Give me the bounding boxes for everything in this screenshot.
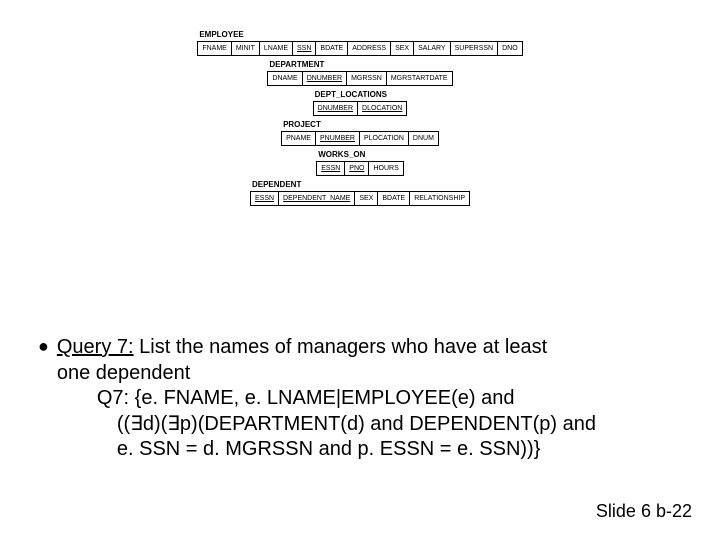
schema-label: EMPLOYEE bbox=[199, 30, 243, 39]
schema-employee: EMPLOYEE FNAMEMINITLNAMESSNBDATEADDRESSS… bbox=[197, 30, 522, 56]
schema-dept-locations: DEPT_LOCATIONS DNUMBERDLOCATION bbox=[313, 90, 408, 116]
schema-row: DNUMBERDLOCATION bbox=[313, 101, 408, 116]
schema-cell: ESSN bbox=[316, 161, 345, 176]
schema-label: DEPENDENT bbox=[252, 180, 301, 189]
schema-cell: DNO bbox=[497, 41, 523, 56]
schema-cell: LNAME bbox=[259, 41, 293, 56]
schema-works-on: WORKS_ON ESSNPNOHOURS bbox=[316, 150, 404, 176]
bullet-icon: ● bbox=[38, 335, 49, 358]
query-content: ● Query 7: List the names of managers wh… bbox=[38, 335, 690, 463]
schema-cell: SEX bbox=[390, 41, 414, 56]
schema-cell: DNUMBER bbox=[302, 71, 347, 86]
schema-label: PROJECT bbox=[283, 120, 321, 129]
schema-department: DEPARTMENT DNAMEDNUMBERMGRSSNMGRSTARTDAT… bbox=[267, 60, 452, 86]
schema-cell: ESSN bbox=[250, 191, 279, 206]
schema-cell: PLOCATION bbox=[359, 131, 409, 146]
schema-cell: DEPENDENT_NAME bbox=[278, 191, 355, 206]
schema-cell: DNAME bbox=[267, 71, 302, 86]
schema-cell: SUPERSSN bbox=[450, 41, 499, 56]
schema-cell: HOURS bbox=[368, 161, 403, 176]
schema-row: PNAMEPNUMBERPLOCATIONDNUM bbox=[281, 131, 439, 146]
schema-row: ESSNDEPENDENT_NAMESEXBDATERELATIONSHIP bbox=[250, 191, 470, 206]
schema-cell: FNAME bbox=[197, 41, 232, 56]
slide-number: Slide 6 b-22 bbox=[596, 501, 692, 522]
schema-cell: ADDRESS bbox=[347, 41, 391, 56]
schema-cell: SSN bbox=[292, 41, 316, 56]
schema-cell: SALARY bbox=[413, 41, 451, 56]
schema-row: ESSNPNOHOURS bbox=[316, 161, 404, 176]
schema-row: FNAMEMINITLNAMESSNBDATEADDRESSSEXSALARYS… bbox=[197, 41, 522, 56]
schema-cell: DLOCATION bbox=[357, 101, 407, 116]
schema-dependent: DEPENDENT ESSNDEPENDENT_NAMESEXBDATERELA… bbox=[250, 180, 470, 206]
query-text: Query 7: List the names of managers who … bbox=[57, 335, 596, 463]
schema-cell: DNUMBER bbox=[313, 101, 358, 116]
query-desc2: one dependent bbox=[57, 362, 190, 384]
schema-diagram: EMPLOYEE FNAMEMINITLNAMESSNBDATEADDRESSS… bbox=[0, 0, 720, 206]
schema-label: DEPT_LOCATIONS bbox=[315, 90, 387, 99]
schema-row: DNAMEDNUMBERMGRSSNMGRSTARTDATE bbox=[267, 71, 452, 86]
query-line3: e. SSN = d. MGRSSN and p. ESSN = e. SSN)… bbox=[117, 437, 541, 463]
query-line2: ((∃d)(∃p)(DEPARTMENT(d) and DEPENDENT(p)… bbox=[117, 412, 596, 438]
schema-cell: MGRSSN bbox=[346, 71, 387, 86]
schema-cell: PNAME bbox=[281, 131, 316, 146]
schema-cell: RELATIONSHIP bbox=[409, 191, 470, 206]
schema-cell: PNO bbox=[344, 161, 369, 176]
schema-cell: BDATE bbox=[377, 191, 410, 206]
schema-cell: BDATE bbox=[315, 41, 348, 56]
schema-label: WORKS_ON bbox=[318, 150, 365, 159]
schema-project: PROJECT PNAMEPNUMBERPLOCATIONDNUM bbox=[281, 120, 439, 146]
query-body: Q7: {e. FNAME, e. LNAME|EMPLOYEE(e) and … bbox=[97, 386, 596, 463]
schema-label: DEPARTMENT bbox=[269, 60, 324, 69]
schema-cell: MINIT bbox=[231, 41, 260, 56]
schema-cell: SEX bbox=[354, 191, 378, 206]
query-desc1: List the names of managers who have at l… bbox=[134, 336, 548, 358]
schema-cell: DNUM bbox=[408, 131, 439, 146]
query-label: Query 7: bbox=[57, 336, 134, 358]
query-line1: Q7: {e. FNAME, e. LNAME|EMPLOYEE(e) and bbox=[97, 387, 515, 409]
schema-cell: PNUMBER bbox=[315, 131, 360, 146]
schema-cell: MGRSTARTDATE bbox=[386, 71, 453, 86]
